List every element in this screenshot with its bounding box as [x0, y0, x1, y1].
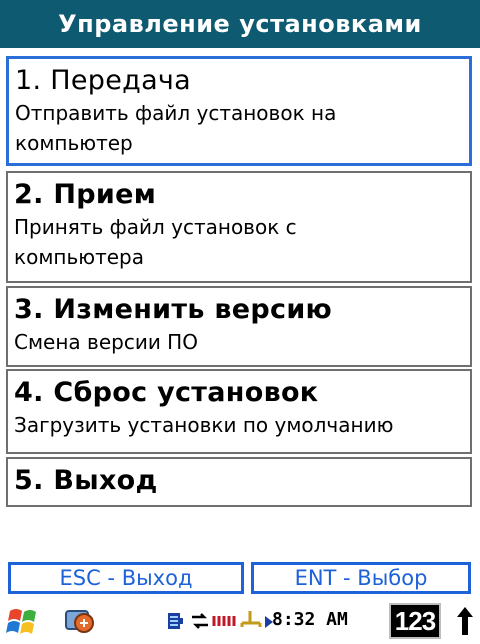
menu-item-title: 3. Изменить версию [14, 294, 333, 325]
menu-item-change-version[interactable]: 3. Изменить версию Смена версии ПО [6, 286, 472, 367]
input-mode-label: 123 [394, 605, 436, 636]
ent-select-button[interactable]: ENT - Выбор [251, 562, 471, 594]
menu-item-title: 5. Выход [14, 465, 158, 496]
connection-icon [238, 609, 264, 635]
menu-item-title: 4. Сброс установок [14, 377, 319, 408]
up-arrow-icon[interactable] [455, 605, 475, 641]
title-bar: Управление установками [0, 0, 480, 48]
menu-item-desc: Загрузить установки по умолчанию [14, 409, 462, 442]
esc-exit-button[interactable]: ESC - Выход [8, 562, 244, 594]
menu-item-desc-line: Отправить файл установок на [15, 101, 337, 125]
taskbar: 8:32 AM 123 [0, 597, 480, 644]
menu-item-desc-line: Принять файл установок с [14, 215, 297, 239]
battery-icon[interactable] [166, 609, 188, 637]
menu-item-receive[interactable]: 2. Прием Принять файл установок с компью… [6, 171, 472, 283]
menu-item-title: 2. Прием [14, 179, 157, 210]
start-flag-icon[interactable] [6, 603, 42, 643]
menu-item-reset-settings[interactable]: 4. Сброс установок Загрузить установки п… [6, 369, 472, 454]
menu-item-transfer[interactable]: 1. Передача Отправить файл установок на … [6, 56, 472, 166]
menu-item-desc-line: компьютер [15, 131, 133, 155]
network-icon[interactable] [190, 611, 210, 635]
clock-time[interactable]: 8:32 AM [272, 609, 348, 630]
input-mode-indicator[interactable]: 123 [389, 603, 441, 639]
esc-exit-label: ESC - Выход [59, 566, 193, 590]
menu-item-desc: Смена версии ПО [14, 326, 462, 359]
menu-item-desc-line: Загрузить установки по умолчанию [14, 413, 394, 437]
menu-item-exit[interactable]: 5. Выход [6, 457, 472, 507]
menu-item-desc-line: компьютера [14, 245, 145, 269]
menu-item-desc-line: Смена версии ПО [14, 330, 198, 354]
menu-item-desc: Принять файл установок с компьютера [14, 211, 462, 274]
signal-icon [212, 612, 236, 634]
sync-icon[interactable] [64, 605, 98, 641]
ent-select-label: ENT - Выбор [294, 566, 428, 590]
menu-item-desc: Отправить файл установок на компьютер [15, 97, 461, 160]
page-title: Управление установками [58, 10, 422, 38]
menu-item-title: 1. Передача [15, 65, 192, 96]
